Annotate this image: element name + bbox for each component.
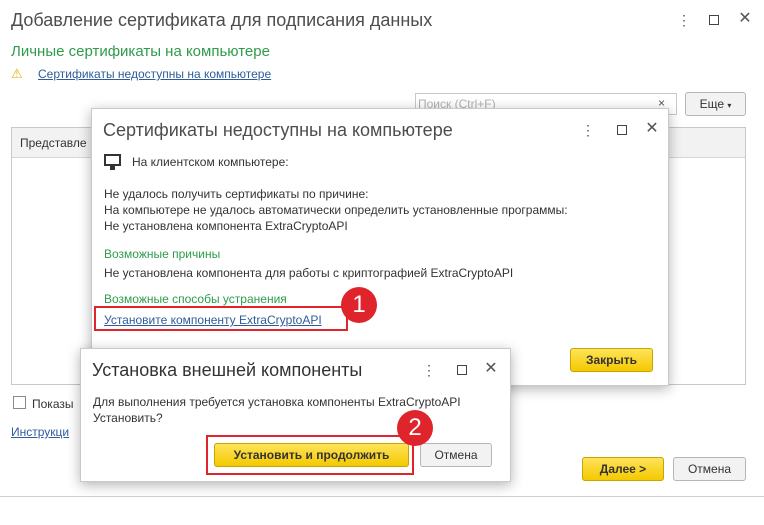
dialog-title: Сертификаты недоступны на компьютере: [103, 120, 453, 140]
install-message-line-2: Установить?: [93, 411, 163, 425]
highlight-box-2: [206, 435, 414, 475]
dropdown-arrow-icon: ▾: [727, 101, 732, 110]
close-icon[interactable]: ✕: [736, 10, 754, 28]
install-cancel-button[interactable]: Отмена: [420, 443, 492, 467]
window-title: Добавление сертификата для подписания да…: [11, 10, 433, 30]
install-dialog-maximize-icon[interactable]: [457, 365, 467, 375]
message-line-1: Не удалось получить сертификаты по причи…: [104, 187, 369, 201]
message-line-3: Не установлена компонента ExtraCryptoAPI: [104, 219, 348, 233]
step-badge-2: 2: [397, 410, 433, 446]
computer-icon: [104, 154, 121, 170]
more-button[interactable]: Еще ▾: [685, 92, 746, 116]
message-line-2: На компьютере не удалось автоматически о…: [104, 203, 568, 217]
possible-fixes-title: Возможные способы устранения: [104, 292, 287, 306]
cancel-button[interactable]: Отмена: [673, 457, 746, 481]
client-computer-label: На клиентском компьютере:: [132, 155, 289, 169]
possible-reasons-title: Возможные причины: [104, 247, 221, 261]
install-message-line-1: Для выполнения требуется установка компо…: [93, 395, 461, 409]
show-checkbox-label: Показы: [32, 397, 74, 411]
highlight-box-1: [94, 306, 348, 331]
show-checkbox[interactable]: [13, 396, 26, 409]
more-label: Еще: [699, 97, 725, 111]
install-dialog-more-icon[interactable]: ⋮: [420, 361, 438, 379]
install-dialog-close-icon[interactable]: ✕: [482, 360, 500, 378]
dialog-maximize-icon[interactable]: [617, 125, 627, 135]
dialog-close-icon[interactable]: ✕: [643, 120, 661, 138]
section-title: Личные сертификаты на компьютере: [11, 43, 270, 60]
step-badge-1: 1: [341, 287, 377, 323]
warning-icon: ⚠: [11, 66, 23, 81]
next-button[interactable]: Далее >: [582, 457, 664, 481]
instructions-link[interactable]: Инструкци: [11, 425, 69, 439]
cert-unavailable-dialog: Сертификаты недоступны на компьютере ⋮ ✕…: [91, 108, 669, 386]
install-dialog-title: Установка внешней компоненты: [92, 360, 363, 380]
column-header-representation[interactable]: Представле: [20, 136, 87, 150]
certificates-unavailable-link[interactable]: Сертификаты недоступны на компьютере: [38, 67, 271, 81]
more-menu-icon[interactable]: ⋮: [675, 11, 693, 29]
maximize-icon[interactable]: [709, 15, 719, 25]
bottom-divider: [0, 496, 764, 497]
dialog-more-icon[interactable]: ⋮: [579, 121, 597, 139]
reason-text: Не установлена компонента для работы с к…: [104, 266, 514, 280]
close-button[interactable]: Закрыть: [570, 348, 653, 372]
